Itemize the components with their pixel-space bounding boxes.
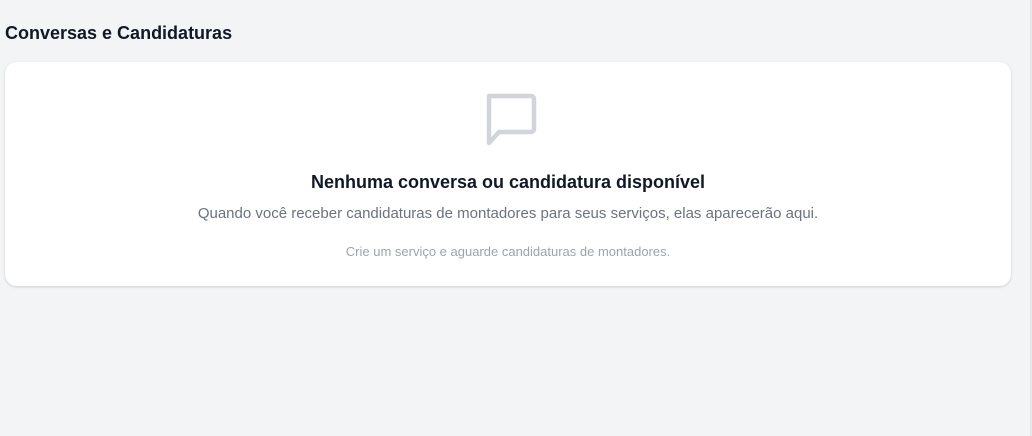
empty-state-card: Nenhuma conversa ou candidatura disponív… <box>5 62 1011 286</box>
page-title: Conversas e Candidaturas <box>5 23 233 43</box>
empty-state-description: Quando você receber candidaturas de mont… <box>197 205 819 222</box>
chat-bubble-icon <box>486 93 537 146</box>
empty-state-title: Nenhuma conversa ou candidatura disponív… <box>310 172 706 192</box>
empty-state-hint: Crie um serviço e aguarde candidaturas d… <box>345 244 671 259</box>
